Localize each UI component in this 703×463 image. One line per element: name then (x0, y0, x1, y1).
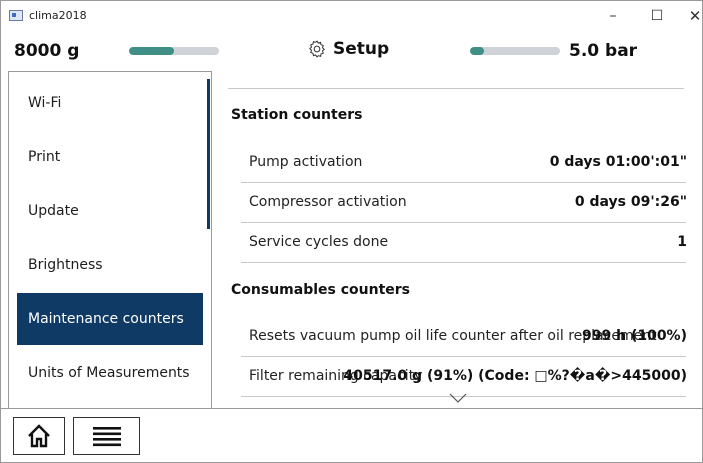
hamburger-menu-icon (92, 427, 121, 447)
counter-row-vacuum-pump-oil[interactable]: Resets vacuum pump oil life counter afte… (241, 317, 687, 357)
minimize-button[interactable]: – (595, 5, 631, 27)
sidebar-item-print[interactable]: Print (17, 131, 203, 183)
counter-label: Compressor activation (249, 194, 407, 210)
home-icon (28, 424, 50, 448)
divider (228, 88, 684, 89)
pressure-level-fill (470, 47, 484, 55)
consumables-counters-heading: Consumables counters (231, 282, 410, 298)
status-header: 8000 g Setup 5.0 bar (1, 32, 702, 70)
sidebar-item-brightness[interactable]: Brightness (17, 239, 203, 291)
home-button[interactable] (13, 417, 65, 455)
toolbar-divider (1, 408, 702, 409)
sidebar-item-update[interactable]: Update (17, 185, 203, 237)
maximize-button[interactable]: ☐ (639, 5, 675, 27)
counter-value: 0 days 01:00':01" (549, 154, 687, 170)
page-title: Setup (307, 39, 389, 59)
settings-sidebar: Wi-Fi Print Update Brightness Maintenanc… (8, 71, 212, 409)
menu-button[interactable] (73, 417, 140, 455)
counter-row-service-cycles: Service cycles done 1 (241, 223, 687, 263)
chevron-down-icon[interactable] (449, 393, 467, 403)
counter-value: 40517.0 g (91%) (Code: □%?�a�>445000) (343, 368, 687, 384)
weight-level-fill (129, 47, 174, 55)
pressure-reading: 5.0 bar (569, 41, 638, 61)
counter-value: 0 days 09':26" (574, 194, 687, 210)
counter-row-filter-capacity[interactable]: Filter remaining capacity 40517.0 g (91%… (241, 357, 687, 397)
counter-value: 1 (677, 234, 687, 250)
counter-label: Service cycles done (249, 234, 389, 250)
maintenance-counters-panel: Station counters Pump activation 0 days … (222, 71, 702, 407)
sidebar-item-maintenance-counters[interactable]: Maintenance counters (17, 293, 203, 345)
setup-label: Setup (333, 39, 390, 59)
pressure-level-bar (470, 47, 560, 55)
sidebar-item-units-of-measurements[interactable]: Units of Measurements (17, 347, 203, 399)
close-button[interactable]: ✕ (677, 5, 703, 27)
gear-icon (309, 40, 325, 58)
sidebar-scrollbar[interactable] (207, 79, 210, 229)
app-icon (9, 10, 23, 21)
counter-label: Pump activation (249, 154, 363, 170)
counter-row-pump-activation: Pump activation 0 days 01:00':01" (241, 143, 687, 183)
refrigerant-weight: 8000 g (14, 41, 80, 61)
sidebar-item-wifi[interactable]: Wi-Fi (17, 77, 203, 129)
counter-value: 999 h (100%) (582, 328, 687, 344)
counter-row-compressor-activation: Compressor activation 0 days 09':26" (241, 183, 687, 223)
window-title: clima2018 (29, 9, 87, 22)
weight-level-bar (129, 47, 219, 55)
station-counters-heading: Station counters (231, 107, 363, 123)
title-bar: clima2018 – ☐ ✕ (1, 1, 702, 31)
